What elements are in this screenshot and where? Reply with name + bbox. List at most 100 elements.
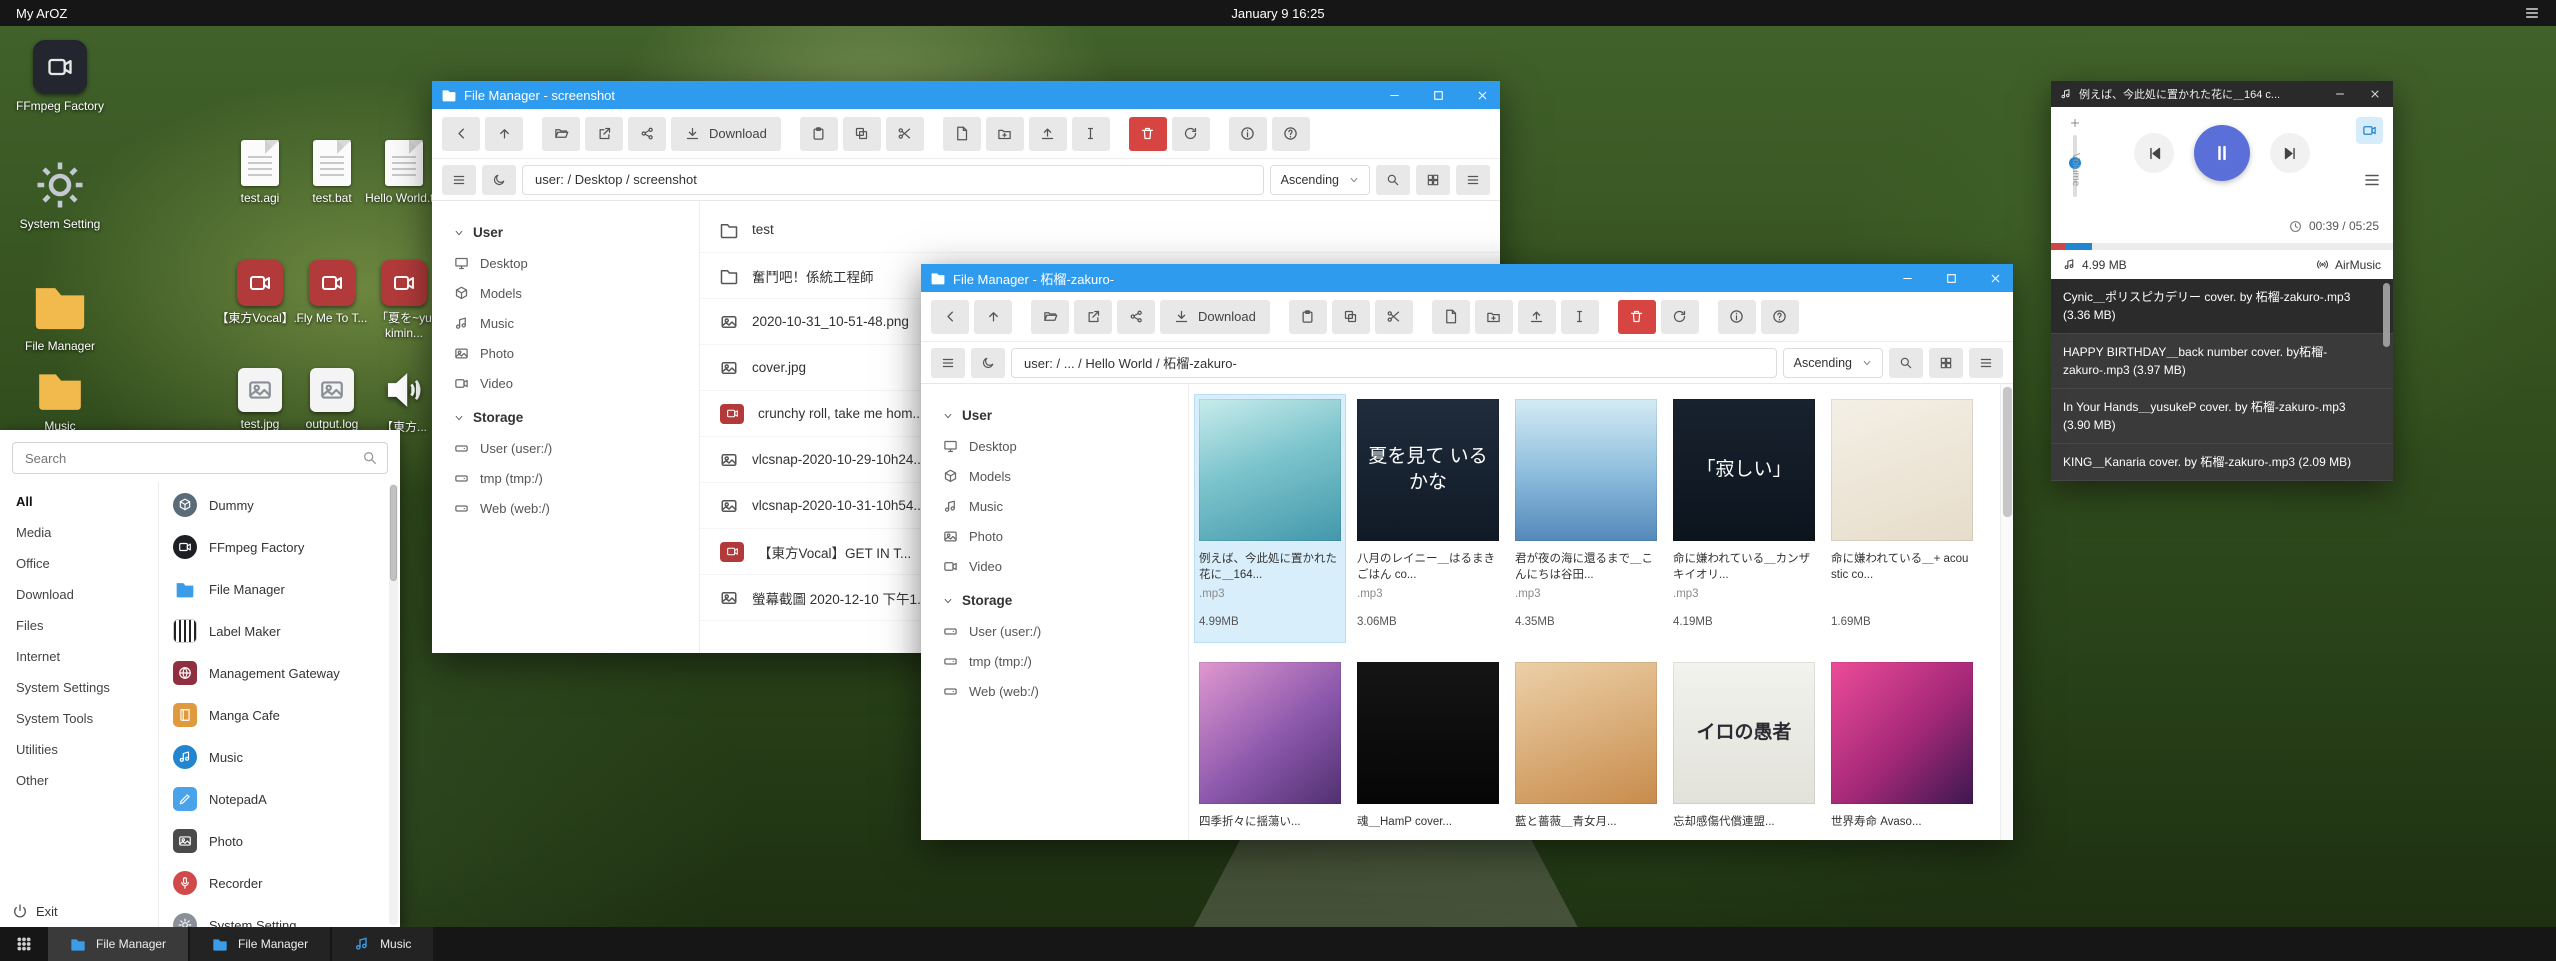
sidebar-section-storage[interactable]: Storage	[943, 593, 1188, 608]
grid-item[interactable]: イロの愚者 忘却感傷代償連盟...	[1668, 657, 1820, 840]
upload-button[interactable]	[1518, 300, 1556, 334]
download-button[interactable]: Download	[1160, 300, 1270, 334]
open-external-button[interactable]	[1074, 300, 1112, 334]
close-button[interactable]	[1464, 81, 1500, 109]
app-launcher-button[interactable]	[0, 927, 48, 961]
sort-dropdown[interactable]: Ascending	[1783, 348, 1883, 378]
category-files[interactable]: Files	[0, 610, 158, 641]
category-system-tools[interactable]: System Tools	[0, 703, 158, 734]
share-button[interactable]	[1117, 300, 1155, 334]
rename-button[interactable]	[1072, 117, 1110, 151]
app-item-system-setting[interactable]: System Setting	[159, 904, 400, 927]
upload-button[interactable]	[1029, 117, 1067, 151]
next-button[interactable]	[2270, 133, 2310, 173]
grid-item[interactable]: 君が夜の海に還るまで＿こんにちは谷田... .mp3 4.35MB	[1510, 394, 1662, 643]
sidebar-item-video[interactable]: Video	[454, 368, 699, 398]
category-internet[interactable]: Internet	[0, 641, 158, 672]
player-titlebar[interactable]: 例えば、今此処に置かれた花に＿164 c...	[2051, 81, 2393, 107]
sidebar-item-photo[interactable]: Photo	[943, 521, 1188, 551]
up-button[interactable]	[485, 117, 523, 151]
new-file-button[interactable]	[1432, 300, 1470, 334]
seek-bar[interactable]	[2051, 243, 2393, 250]
grid-view-button[interactable]	[1416, 165, 1450, 195]
search-button[interactable]	[1376, 165, 1410, 195]
dark-mode-button[interactable]	[482, 165, 516, 195]
minimize-button[interactable]	[1889, 264, 1925, 292]
playlist-item[interactable]: KING＿Kanaria cover. by 柘榴-zakuro-.mp3 (2…	[2051, 444, 2393, 481]
sidebar-item-desktop[interactable]: Desktop	[943, 431, 1188, 461]
category-all[interactable]: All	[0, 486, 158, 517]
sidebar-section-user[interactable]: User	[454, 225, 699, 240]
category-system-settings[interactable]: System Settings	[0, 672, 158, 703]
app-item-management-gateway[interactable]: Management Gateway	[159, 652, 400, 694]
taskbar-item-music[interactable]: Music	[332, 927, 433, 961]
sidebar-section-storage[interactable]: Storage	[454, 410, 699, 425]
sidebar-item-tmp-drive[interactable]: tmp (tmp:/)	[454, 463, 699, 493]
previous-button[interactable]	[2134, 133, 2174, 173]
app-item-file-manager[interactable]: File Manager	[159, 568, 400, 610]
desktop-icon-file-manager[interactable]: File Manager	[8, 276, 112, 354]
info-button[interactable]	[1229, 117, 1267, 151]
file-row[interactable]: test	[700, 207, 1500, 253]
grid-item[interactable]: 世界寿命 Avaso...	[1826, 657, 1978, 840]
new-folder-button[interactable]	[1475, 300, 1513, 334]
minimize-button[interactable]	[1376, 81, 1412, 109]
sort-dropdown[interactable]: Ascending	[1270, 165, 1370, 195]
scrollbar[interactable]	[2000, 384, 2013, 840]
sidebar-item-web-drive[interactable]: Web (web:/)	[454, 493, 699, 523]
view-menu-button[interactable]	[931, 348, 965, 378]
cast-button[interactable]	[2356, 117, 2383, 144]
sidebar-section-user[interactable]: User	[943, 408, 1188, 423]
category-media[interactable]: Media	[0, 517, 158, 548]
sidebar-item-models[interactable]: Models	[943, 461, 1188, 491]
grid-item[interactable]: 藍と薔薇＿青女月...	[1510, 657, 1662, 840]
grid-item[interactable]: 魂＿HamP cover...	[1352, 657, 1504, 840]
desktop-icon-music[interactable]: Music	[8, 364, 112, 434]
grid-item[interactable]: 「寂しい」 命に嫌われている＿カンザキイオリ... .mp3 4.19MB	[1668, 394, 1820, 643]
sidebar-item-models[interactable]: Models	[454, 278, 699, 308]
refresh-button[interactable]	[1661, 300, 1699, 334]
maximize-button[interactable]	[1420, 81, 1456, 109]
sidebar-item-music[interactable]: Music	[943, 491, 1188, 521]
app-item-photo[interactable]: Photo	[159, 820, 400, 862]
delete-button[interactable]	[1618, 300, 1656, 334]
window-titlebar[interactable]: File Manager - screenshot	[432, 81, 1500, 109]
exit-button[interactable]: Exit	[12, 903, 58, 919]
topbar-menu-button[interactable]	[2524, 5, 2540, 21]
category-utilities[interactable]: Utilities	[0, 734, 158, 765]
breadcrumb[interactable]: user: / ... / Hello World / 柘榴-zakuro-	[1011, 348, 1777, 378]
desktop-icon-system-setting[interactable]: System Setting	[8, 158, 112, 232]
info-button[interactable]	[1718, 300, 1756, 334]
category-download[interactable]: Download	[0, 579, 158, 610]
close-button[interactable]	[1977, 264, 2013, 292]
new-file-button[interactable]	[943, 117, 981, 151]
copy-button[interactable]	[843, 117, 881, 151]
sidebar-item-web-drive[interactable]: Web (web:/)	[943, 676, 1188, 706]
taskbar-item-file-manager-1[interactable]: File Manager	[48, 927, 188, 961]
copy-button[interactable]	[1332, 300, 1370, 334]
maximize-button[interactable]	[1933, 264, 1969, 292]
back-button[interactable]	[442, 117, 480, 151]
breadcrumb[interactable]: user: / Desktop / screenshot	[522, 165, 1264, 195]
sidebar-item-photo[interactable]: Photo	[454, 338, 699, 368]
paste-button[interactable]	[1289, 300, 1327, 334]
player-menu-button[interactable]	[2363, 171, 2381, 192]
help-button[interactable]	[1761, 300, 1799, 334]
open-button[interactable]	[542, 117, 580, 151]
playlist-item[interactable]: In Your Hands＿yusukeP cover. by 柘榴-zakur…	[2051, 389, 2393, 444]
playlist-item[interactable]: HAPPY BIRTHDAY＿back number cover. by柘榴-z…	[2051, 334, 2393, 389]
delete-button[interactable]	[1129, 117, 1167, 151]
open-external-button[interactable]	[585, 117, 623, 151]
app-item-music[interactable]: Music	[159, 736, 400, 778]
scrollbar-thumb[interactable]	[390, 485, 397, 581]
window-titlebar[interactable]: File Manager - 柘榴-zakuro-	[921, 264, 2013, 292]
back-button[interactable]	[931, 300, 969, 334]
sidebar-item-user-drive[interactable]: User (user:/)	[943, 616, 1188, 646]
refresh-button[interactable]	[1172, 117, 1210, 151]
app-item-notepada[interactable]: NotepadA	[159, 778, 400, 820]
scrollbar[interactable]	[389, 484, 398, 925]
sidebar-item-tmp-drive[interactable]: tmp (tmp:/)	[943, 646, 1188, 676]
share-button[interactable]	[628, 117, 666, 151]
help-button[interactable]	[1272, 117, 1310, 151]
dark-mode-button[interactable]	[971, 348, 1005, 378]
